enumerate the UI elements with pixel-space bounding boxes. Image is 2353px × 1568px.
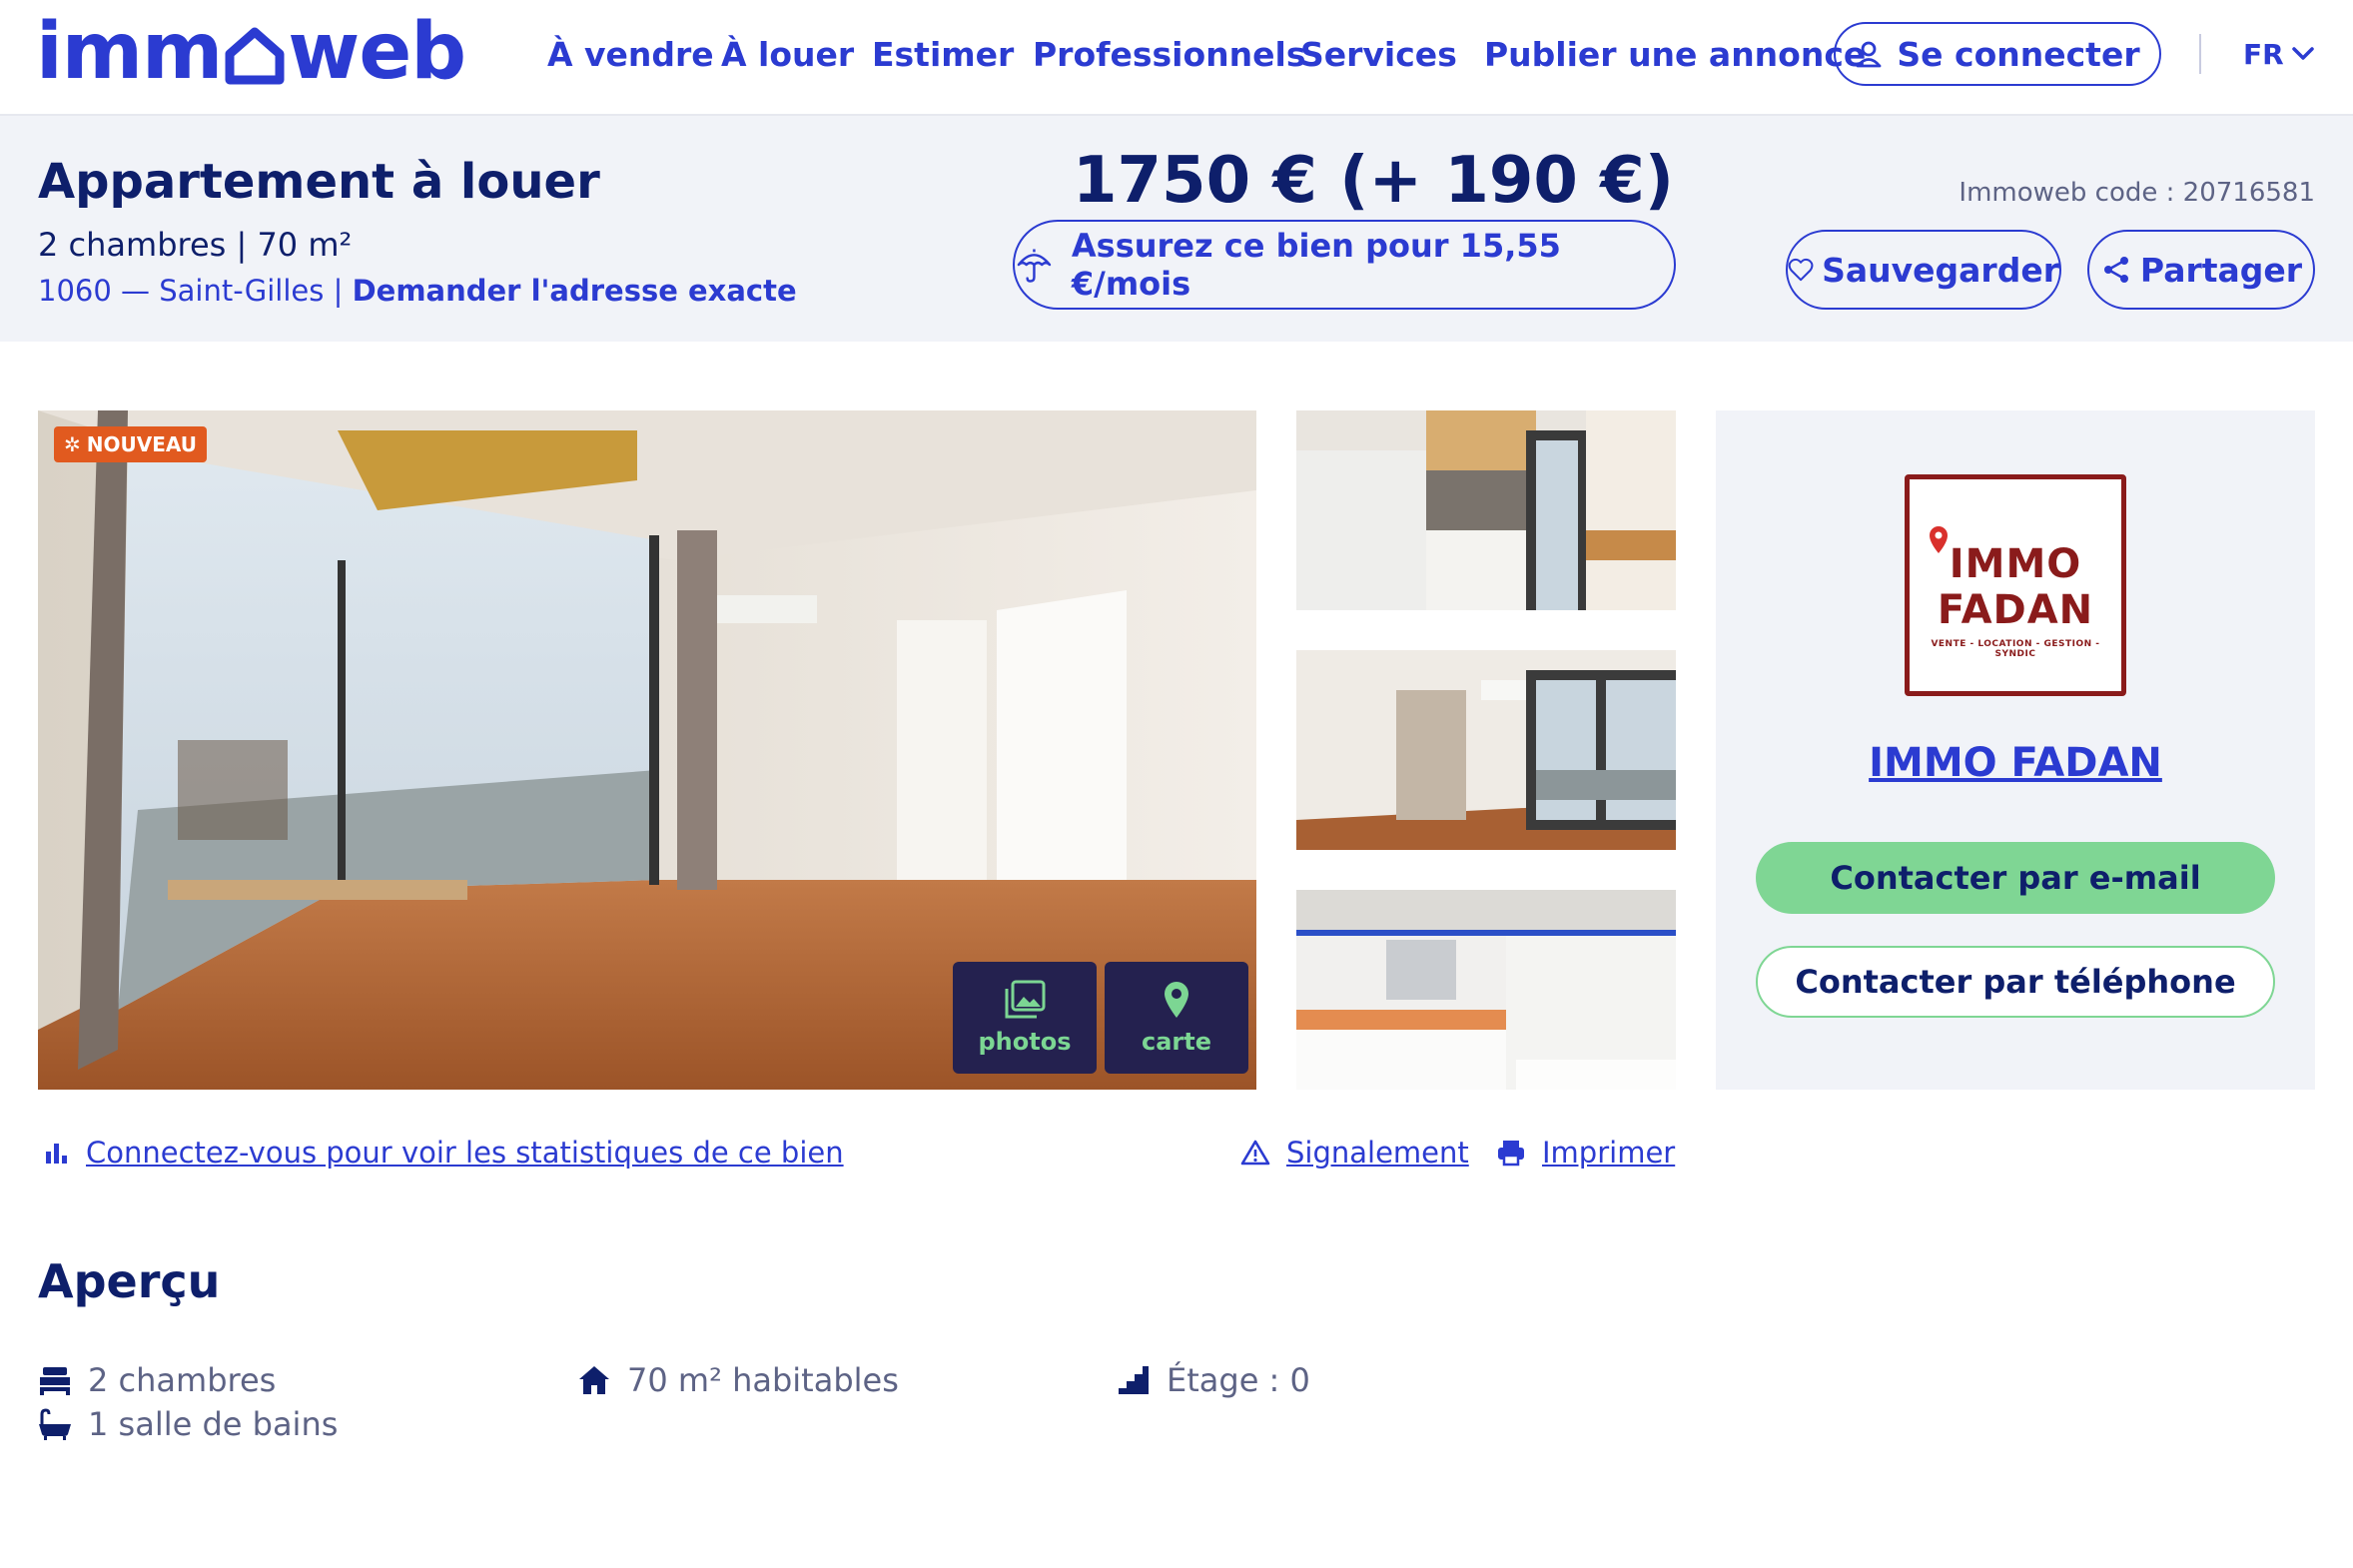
map-label: carte [1141,1028,1211,1056]
save-label: Sauvegarder [1822,250,2059,290]
kitchen-photo [1296,410,1676,610]
nav-a-louer[interactable]: À louer [721,32,854,78]
feature-bedrooms: 2 chambres [38,1360,276,1400]
heart-icon [1788,258,1814,282]
print-link-row: Imprimer [1496,1133,1675,1173]
print-link[interactable]: Imprimer [1542,1136,1675,1170]
main-photo[interactable]: ✲ NOUVEAU photos carte [38,410,1256,1090]
overview-title: Aperçu [38,1254,221,1308]
report-link[interactable]: Signalement [1286,1136,1469,1170]
nav-a-vendre[interactable]: À vendre [547,32,714,78]
nav-services[interactable]: Services [1300,32,1457,78]
share-label: Partager [2139,250,2303,290]
listing-header: Appartement à louer 2 chambres | 70 m² 1… [0,116,2353,342]
user-icon [1856,41,1882,68]
house-icon [579,1366,609,1394]
immoweb-logo[interactable]: imm web [36,7,466,97]
new-badge: ✲ NOUVEAU [54,426,207,462]
address-separator: | [324,274,353,308]
logo-text-right: web [288,7,466,97]
bathrooms-text: 1 salle de bains [88,1405,339,1443]
nav-divider [2199,34,2201,74]
nav-estimer[interactable]: Estimer [872,32,1014,78]
stairs-icon [1119,1366,1149,1394]
agency-logo[interactable]: IMMO FADAN VENTE - LOCATION - GESTION - … [1905,474,2126,696]
listing-title: Appartement à louer [38,154,600,210]
bed-icon [40,1367,70,1395]
badge-label: NOUVEAU [86,432,197,456]
language-selector[interactable]: FR [2243,34,2316,74]
nav-professionnels[interactable]: Professionnels [1033,32,1305,78]
thumbnail-room[interactable] [1296,650,1676,850]
login-label: Se connecter [1897,34,2140,74]
photos-label: photos [978,1028,1072,1056]
request-address-link[interactable]: Demander l'adresse exacte [353,274,797,308]
language-label: FR [2243,37,2284,71]
report-link-row: Signalement [1240,1133,1469,1173]
agency-logo-tagline: VENTE - LOCATION - GESTION - SYNDIC [1931,639,2100,659]
umbrella-icon [1017,249,1052,283]
insure-label: Assurez ce bien pour 15,55 €/mois [1071,227,1561,303]
logo-house-icon [225,27,285,85]
gallery-icon [1005,980,1046,1019]
bar-chart-icon [46,1144,67,1164]
save-button[interactable]: Sauvegarder [1786,230,2061,310]
listing-address: 1060 — Saint-Gilles | Demander l'adresse… [38,274,797,308]
stats-link-row: Connectez-vous pour voir les statistique… [44,1133,844,1173]
bathroom-photo [1296,890,1676,1090]
surface-text: 70 m² habitables [627,1361,899,1399]
top-bar: imm web À vendre À louer Estimer Profess… [0,0,2353,116]
logo-text-left: imm [36,7,223,97]
contact-email-button[interactable]: Contacter par e-mail [1756,842,2275,914]
agency-logo-line1: IMMO [1949,541,2082,587]
share-icon [2103,257,2128,283]
thumbnail-bathroom[interactable] [1296,890,1676,1090]
bathtub-icon [39,1408,71,1440]
agency-name-link[interactable]: IMMO FADAN [1716,740,2315,786]
floor-text: Étage : 0 [1167,1361,1310,1399]
insure-button[interactable]: Assurez ce bien pour 15,55 €/mois [1013,220,1676,310]
feature-floor: Étage : 0 [1117,1360,1310,1400]
share-button[interactable]: Partager [2087,230,2315,310]
agency-card: IMMO FADAN VENTE - LOCATION - GESTION - … [1716,410,2315,1090]
agency-logo-line2: FADAN [1937,587,2094,633]
room-photo [1296,650,1676,850]
feature-bathrooms: 1 salle de bains [38,1404,338,1444]
feature-surface: 70 m² habitables [577,1360,899,1400]
bedrooms-text: 2 chambres [88,1361,277,1399]
listing-price: 1750 € (+ 190 €) [1072,144,1674,218]
printer-icon [1498,1141,1524,1167]
map-button[interactable]: carte [1105,962,1248,1074]
address-text: 1060 — Saint-Gilles [38,274,325,308]
map-pin-icon [1165,982,1188,1018]
listing-code: Immoweb code : 20716581 [1959,178,2315,208]
sparkle-icon: ✲ [64,432,81,456]
chevron-down-icon [2291,47,2314,60]
photos-button[interactable]: photos [953,962,1097,1074]
login-button[interactable]: Se connecter [1834,22,2161,86]
listing-subtitle: 2 chambres | 70 m² [38,226,353,264]
stats-link[interactable]: Connectez-vous pour voir les statistique… [86,1136,844,1170]
contact-phone-button[interactable]: Contacter par téléphone [1756,946,2275,1018]
warning-icon [1240,1140,1270,1166]
thumbnail-kitchen[interactable] [1296,410,1676,610]
nav-publier-annonce[interactable]: Publier une annonce [1484,32,1866,78]
